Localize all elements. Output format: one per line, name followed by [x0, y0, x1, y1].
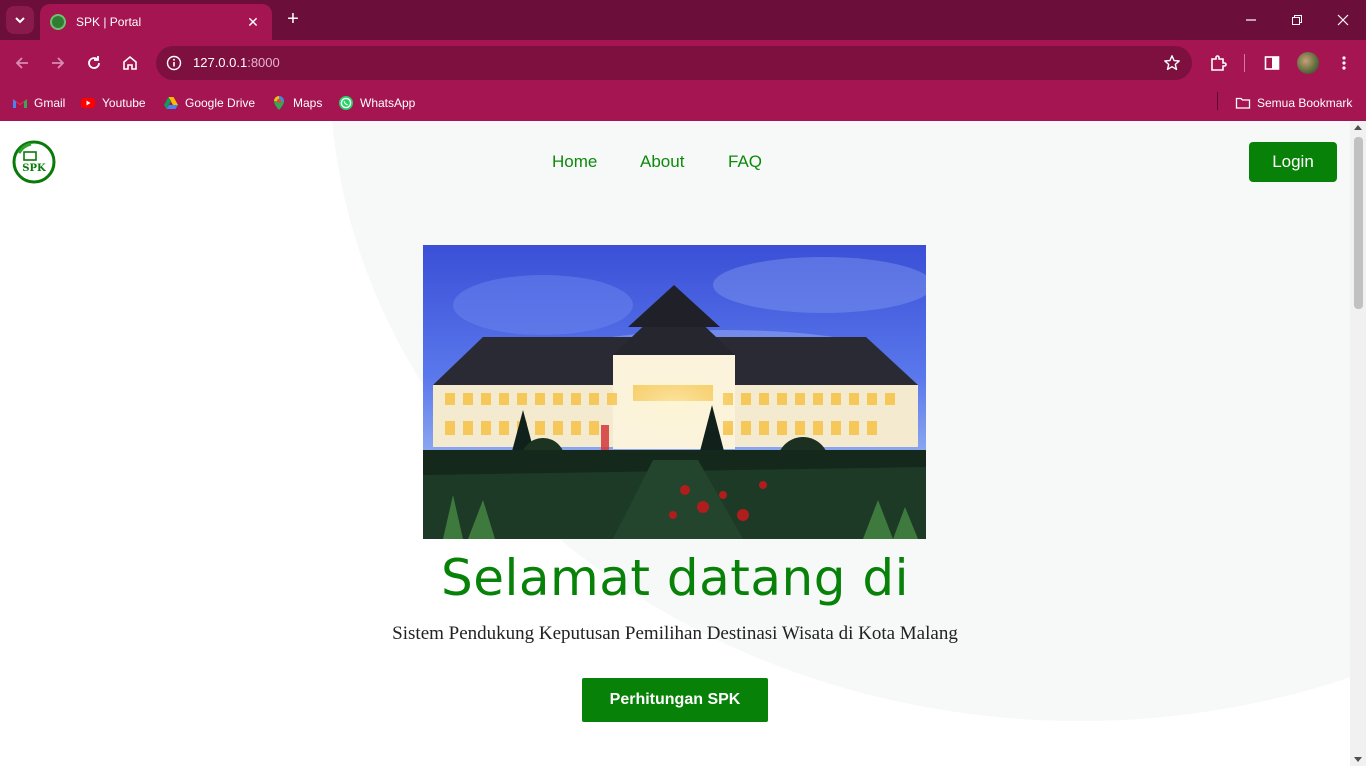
site-info-icon[interactable] [164, 53, 184, 73]
browser-tab[interactable]: SPK | Portal ✕ [40, 4, 272, 40]
nav-faq[interactable]: FAQ [728, 152, 762, 172]
restore-icon [1292, 15, 1302, 25]
address-bar[interactable]: 127.0.0.1:8000 [156, 46, 1192, 80]
side-panel-icon [1264, 56, 1280, 70]
bookmark-gmail[interactable]: Gmail [12, 93, 65, 113]
browser-tabstrip: SPK | Portal ✕ + [0, 0, 1366, 40]
minimize-button[interactable] [1236, 8, 1266, 32]
perhitungan-spk-button[interactable]: Perhitungan SPK [582, 678, 768, 722]
bookmark-google-drive[interactable]: Google Drive [163, 93, 255, 113]
bookmark-star-icon[interactable] [1162, 53, 1182, 73]
hero-title: Selamat datang di [441, 549, 909, 607]
arrow-right-icon [52, 57, 65, 69]
new-tab-button[interactable]: + [282, 8, 304, 30]
bookmark-label: WhatsApp [360, 96, 416, 110]
reload-button[interactable] [82, 51, 106, 75]
bookmarks-divider [1217, 92, 1218, 110]
bookmark-label: Maps [293, 96, 323, 110]
side-panel-button[interactable] [1260, 51, 1284, 75]
web-page: SPK Home About FAQ Login Selamat datang … [0, 121, 1350, 766]
tab-favicon-icon [50, 14, 66, 30]
url-text: 127.0.0.1:8000 [193, 55, 280, 70]
home-button[interactable] [118, 51, 142, 75]
bookmarks-bar: Gmail Youtube Google Drive Maps WhatsApp… [0, 86, 1366, 121]
folder-icon [1235, 97, 1251, 109]
maps-icon [274, 96, 284, 110]
extensions-button[interactable] [1206, 51, 1230, 75]
bookmark-maps[interactable]: Maps [271, 93, 322, 113]
restore-button[interactable] [1282, 8, 1312, 32]
bookmark-youtube[interactable]: Youtube [80, 93, 146, 113]
bookmark-label: Semua Bookmark [1257, 96, 1353, 110]
arrow-left-icon [15, 57, 28, 69]
forward-button[interactable] [46, 51, 70, 75]
chevron-down-icon [15, 17, 25, 24]
profile-avatar[interactable] [1296, 51, 1320, 75]
scrollbar-thumb[interactable] [1354, 137, 1363, 309]
reload-icon [88, 56, 100, 69]
puzzle-icon [1211, 55, 1227, 71]
svg-text:SPK: SPK [22, 163, 46, 174]
more-vertical-icon [1342, 56, 1346, 70]
spk-logo-icon[interactable]: SPK [11, 139, 57, 185]
home-icon [123, 55, 137, 70]
avatar [1297, 52, 1319, 74]
bookmark-label: Gmail [34, 96, 66, 110]
close-icon [1337, 14, 1349, 26]
scroll-up-arrow-icon[interactable] [1354, 125, 1362, 130]
whatsapp-icon [339, 96, 353, 110]
hero-subtitle: Sistem Pendukung Keputusan Pemilihan Des… [392, 623, 958, 644]
bookmark-label: Youtube [102, 96, 146, 110]
scroll-down-arrow-icon[interactable] [1354, 757, 1362, 762]
bookmark-label: Google Drive [185, 96, 256, 110]
all-bookmarks-folder[interactable]: Semua Bookmark [1235, 93, 1352, 113]
youtube-icon [81, 98, 95, 108]
minimize-icon [1246, 19, 1256, 21]
nav-home[interactable]: Home [552, 152, 597, 172]
google-drive-icon [164, 97, 178, 109]
bookmark-whatsapp[interactable]: WhatsApp [338, 93, 415, 113]
gmail-icon [13, 99, 27, 108]
tab-title: SPK | Portal [76, 15, 142, 29]
nav-about[interactable]: About [640, 152, 684, 172]
login-button[interactable]: Login [1249, 142, 1337, 182]
tab-search-button[interactable] [6, 6, 34, 34]
back-button[interactable] [10, 51, 34, 75]
browser-toolbar: 127.0.0.1:8000 [0, 40, 1366, 86]
menu-button[interactable] [1332, 51, 1356, 75]
close-icon[interactable]: ✕ [244, 14, 262, 31]
vertical-scrollbar[interactable] [1350, 121, 1366, 766]
toolbar-divider [1244, 54, 1245, 72]
close-window-button[interactable] [1328, 8, 1358, 32]
hero-image [423, 245, 926, 539]
